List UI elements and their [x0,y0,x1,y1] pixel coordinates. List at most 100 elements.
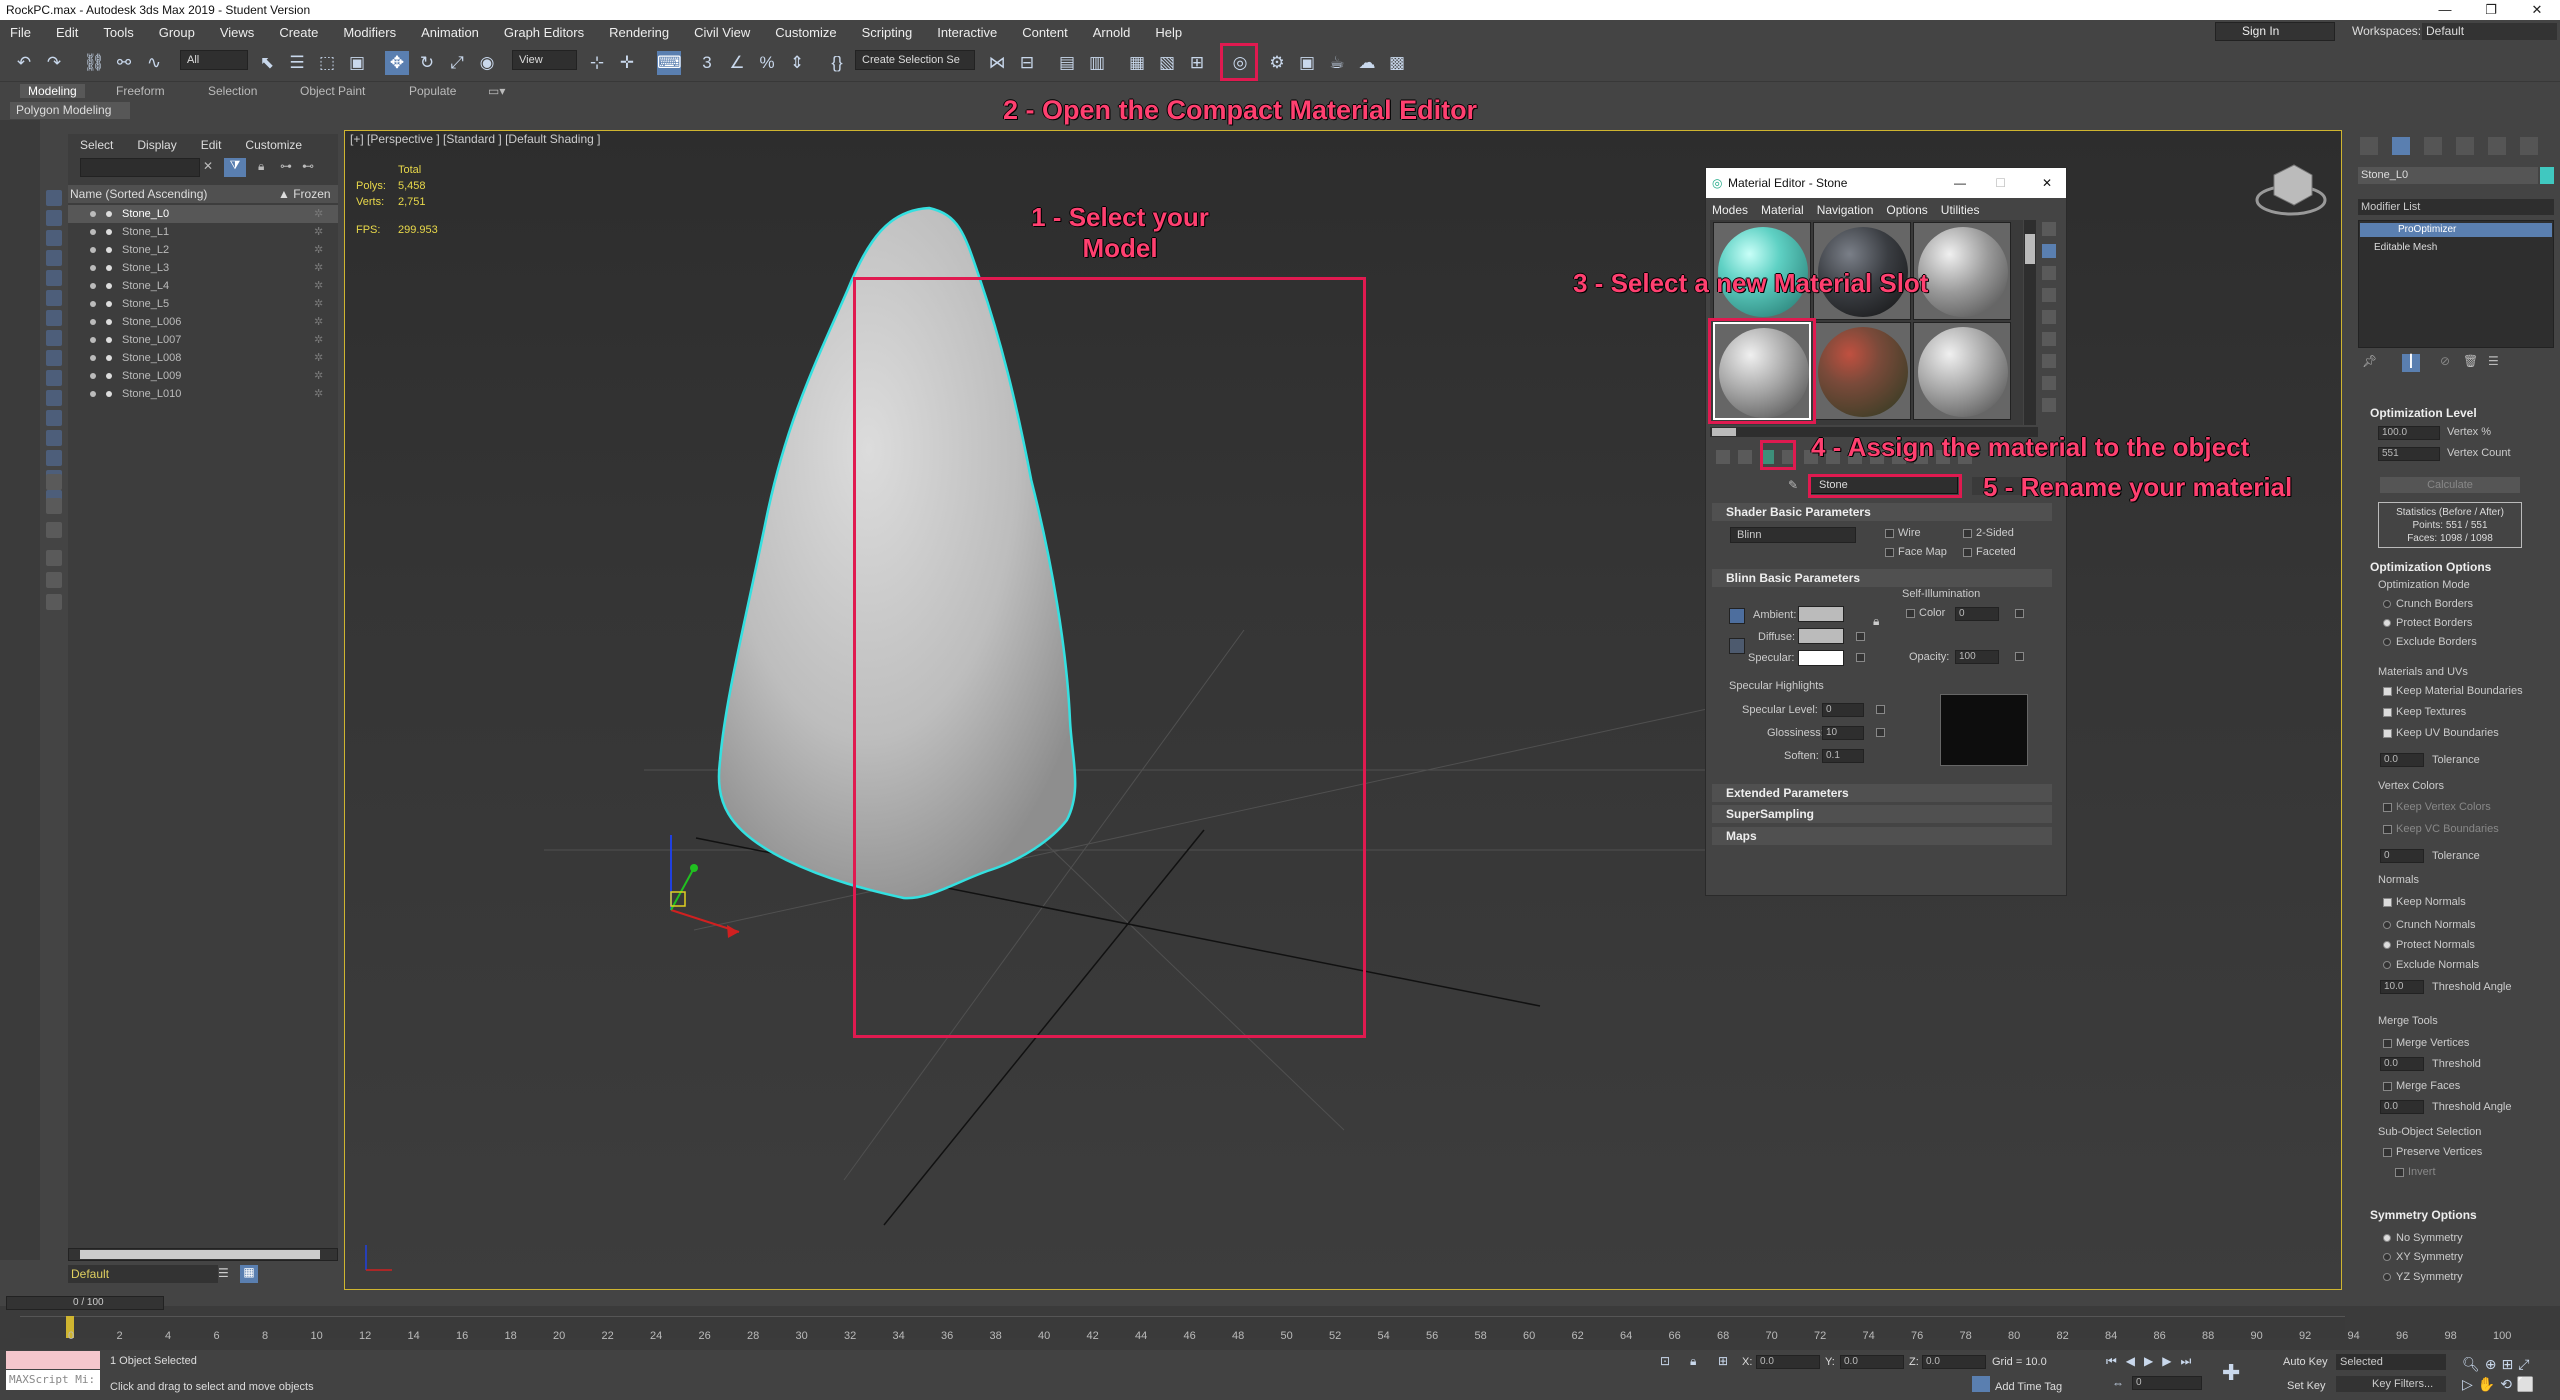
visibility-eye-icon[interactable] [90,247,96,253]
freeze-icon[interactable]: ✲ [314,367,323,385]
xy-sym-radio[interactable] [2383,1253,2391,1261]
layer-explorer-icon[interactable]: ▥ [1085,51,1109,75]
edit-named-selection-icon[interactable]: {} [825,51,849,75]
toolstrip-display-icon[interactable] [46,498,62,514]
add-time-tag[interactable]: Add Time Tag [1995,1381,2062,1393]
toolstrip-icon[interactable] [46,210,62,226]
layer-dropdown[interactable]: Default [68,1265,218,1283]
toolstrip-icon[interactable] [46,330,62,346]
vertex-pct-spinner[interactable]: 100.0 [2378,426,2440,440]
menu-file[interactable]: File [10,25,31,40]
col-name-header[interactable]: Name (Sorted Ascending) [70,185,207,203]
ribbon-tab-freeform[interactable]: Freeform [116,84,165,98]
visibility-eye-icon[interactable] [90,283,96,289]
shader-type-dropdown[interactable]: Blinn [1730,527,1856,543]
explorer-tab-edit[interactable]: Edit [201,138,222,152]
toolstrip-funnel-icon[interactable] [46,572,62,588]
curve-editor-icon[interactable]: ▦ [1125,51,1149,75]
visibility-eye-icon[interactable] [90,337,96,343]
render-iterative-icon[interactable]: ▩ [1385,51,1409,75]
align-icon[interactable]: ⊟ [1015,51,1039,75]
lock-icon[interactable]: 🔒︎ [1873,614,1879,629]
tol-val-spinner[interactable]: 0.0 [2380,753,2424,767]
specular-map-button[interactable] [1856,653,1865,662]
visibility-eye-icon[interactable] [90,373,96,379]
menu-arnold[interactable]: Arnold [1093,25,1131,40]
ribbon-tab-populate[interactable]: Populate [409,84,456,98]
exclude-normals-radio[interactable] [2383,961,2391,969]
keyboard-shortcut-icon[interactable]: ⌨ [657,51,682,75]
toolstrip-icon[interactable] [46,230,62,246]
crunch-normals-radio[interactable] [2383,921,2391,929]
mv-val-spinner[interactable]: 0.0 [2380,1057,2424,1071]
hierarchy-icon[interactable]: ⊶ [280,159,292,173]
explorer-selector-icon[interactable]: ▦ [240,1265,258,1283]
uv-tiling-icon[interactable] [2042,288,2056,302]
select-by-name-icon[interactable]: ☰ [285,51,309,75]
wire-checkbox[interactable] [1885,529,1894,538]
freeze-icon[interactable]: ✲ [314,295,323,313]
stack-item-prooptimizer[interactable]: ProOptimizer [2360,223,2552,237]
protect-normals-radio[interactable] [2383,941,2391,949]
menu-tools[interactable]: Tools [103,25,133,40]
bind-spacewarp-icon[interactable]: ∿ [142,51,166,75]
menu-rendering[interactable]: Rendering [609,25,669,40]
merge-faces-checkbox[interactable] [2383,1082,2392,1091]
motion-tab-icon[interactable] [2456,137,2474,155]
glossiness-map-button[interactable] [1876,728,1885,737]
workspace-dropdown[interactable]: Default [2422,23,2557,40]
set-key-button[interactable]: Set Key [2287,1380,2326,1392]
me-menu-options[interactable]: Options [1886,203,1927,217]
diffuse-map-button[interactable] [1856,632,1865,641]
select-scale-icon[interactable]: ⤢ [445,51,469,75]
visibility-eye-icon[interactable] [90,319,96,325]
backlight-icon[interactable] [2042,244,2056,258]
visibility-eye-icon[interactable] [90,301,96,307]
rollout-blinn-basic[interactable]: Blinn Basic Parameters [1712,569,2052,587]
menu-help[interactable]: Help [1155,25,1182,40]
keep-mat-bounds-checkbox[interactable] [2383,687,2392,696]
diffuse-swatch[interactable] [1798,628,1844,644]
unlink-icon[interactable]: ⚯ [112,51,136,75]
toolstrip-icon[interactable] [46,450,62,466]
menu-civil-view[interactable]: Civil View [694,25,750,40]
explorer-row[interactable]: Stone_L007 ✲ [68,331,338,349]
place-icon[interactable]: ◉ [475,51,499,75]
explorer-tab-select[interactable]: Select [80,138,113,152]
layer-manager-icon[interactable]: ☰ [218,1266,229,1280]
me-minimize-button[interactable]: — [1954,168,1966,198]
sign-in-dropdown[interactable]: Sign In [2215,22,2335,41]
no-sym-radio[interactable] [2383,1234,2391,1242]
face-map-checkbox[interactable] [1885,548,1894,557]
me-menu-utilities[interactable]: Utilities [1941,203,1980,217]
menu-customize[interactable]: Customize [775,25,836,40]
absolute-mode-icon[interactable]: ⊞ [1718,1354,1728,1368]
remove-modifier-icon[interactable]: 🗑︎ [2463,354,2478,368]
material-slot-5[interactable] [1813,322,1911,420]
rect-selection-icon[interactable]: ⬚ [315,51,339,75]
toolstrip-layers-icon[interactable] [46,474,62,490]
link-icon[interactable]: ⛓ [82,51,106,75]
menu-group[interactable]: Group [159,25,195,40]
maxscript-mini-listener[interactable]: MAXScript Mi: [6,1370,100,1390]
spec-level-spinner[interactable]: 0 [1822,703,1864,717]
explorer-scroll-thumb[interactable] [80,1250,320,1259]
explorer-row[interactable]: Stone_L010 ✲ [68,385,338,403]
pick-material-icon[interactable]: ✎ [1788,478,1798,492]
set-key-plus-icon[interactable]: ✚ [2222,1360,2240,1386]
col-frozen-header[interactable]: ▲ Frozen [278,185,331,203]
material-editor-titlebar[interactable]: ◎ Material Editor - Stone — ☐ ✕ [1706,168,2066,198]
explorer-tab-display[interactable]: Display [137,138,176,152]
get-material-icon[interactable] [1716,450,1730,464]
key-mode-icon[interactable]: ⇔ [2112,1376,2124,1390]
toolstrip-icon[interactable] [46,190,62,206]
freeze-icon[interactable]: ✲ [314,349,323,367]
explorer-row[interactable]: Stone_L2 ✲ [68,241,338,259]
soften-spinner[interactable]: 0.1 [1822,749,1864,763]
pivot-center-icon[interactable]: ⊹ [585,51,609,75]
me-menu-navigation[interactable]: Navigation [1817,203,1874,217]
render-setup-icon[interactable]: ⚙ [1265,51,1289,75]
visibility-eye-icon[interactable] [90,391,96,397]
sample-type-icon[interactable] [2042,222,2056,236]
rendered-frame-icon[interactable]: ▣ [1295,51,1319,75]
